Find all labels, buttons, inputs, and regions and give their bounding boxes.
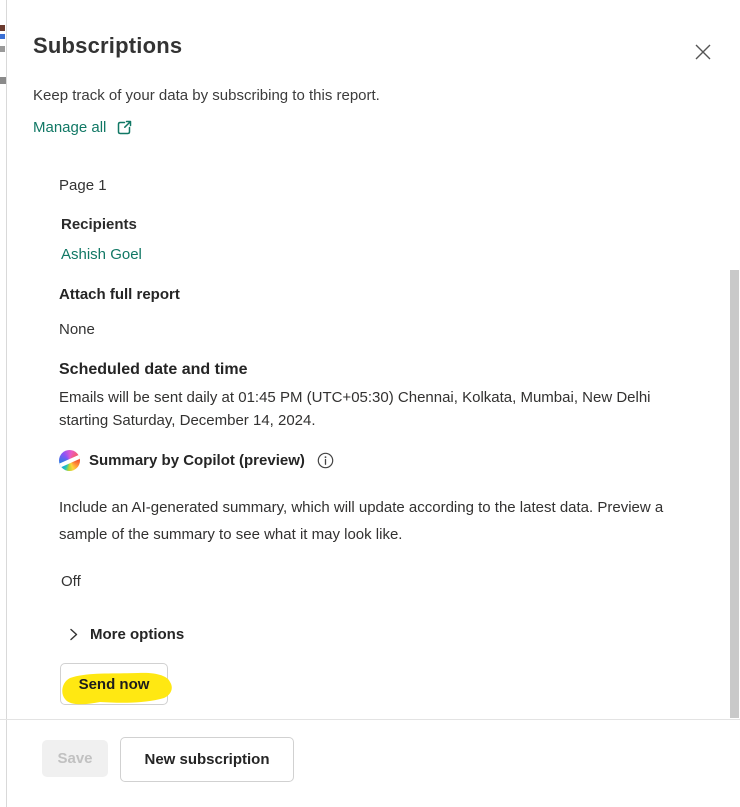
edge-artifact: [0, 46, 5, 52]
info-icon[interactable]: [317, 452, 334, 469]
recipient-link[interactable]: Ashish Goel: [61, 246, 142, 263]
copilot-summary-row: Summary by Copilot (preview): [59, 450, 334, 471]
more-options-label: More options: [90, 626, 184, 643]
edge-artifact: [0, 77, 6, 84]
save-button[interactable]: Save: [42, 740, 108, 777]
send-now-label: Send now: [79, 676, 150, 693]
copilot-description: Include an AI-generated summary, which w…: [59, 494, 704, 548]
edge-artifact: [0, 25, 5, 31]
chevron-right-icon: [68, 628, 79, 641]
attach-full-report-label: Attach full report: [59, 286, 180, 303]
schedule-description: Emails will be sent daily at 01:45 PM (U…: [59, 386, 693, 432]
scheduled-date-time-label: Scheduled date and time: [59, 361, 247, 379]
manage-all-label: Manage all: [33, 119, 106, 136]
copilot-summary-label: Summary by Copilot (preview): [89, 452, 305, 469]
subscriptions-panel: Subscriptions Keep track of your data by…: [0, 0, 740, 807]
copilot-toggle-state: Off: [61, 573, 81, 590]
vertical-scrollbar[interactable]: [730, 270, 739, 718]
page-selector-value[interactable]: Page 1: [59, 177, 107, 194]
send-now-button[interactable]: Send now: [60, 663, 168, 705]
new-subscription-button[interactable]: New subscription: [120, 737, 294, 782]
close-button[interactable]: [691, 40, 715, 64]
manage-all-link[interactable]: Manage all: [33, 119, 133, 136]
panel-description: Keep track of your data by subscribing t…: [33, 87, 380, 104]
external-link-icon: [116, 119, 133, 136]
more-options-expander[interactable]: More options: [68, 626, 184, 643]
copilot-icon: [59, 450, 80, 471]
subscription-detail-section: Page 1 Recipients Ashish Goel Attach ful…: [0, 160, 740, 719]
edge-artifact: [0, 34, 5, 39]
close-icon: [694, 43, 712, 61]
attach-full-report-value: None: [59, 321, 95, 338]
recipients-label: Recipients: [61, 216, 137, 233]
page-title: Subscriptions: [33, 33, 182, 59]
footer-divider: [0, 719, 740, 720]
